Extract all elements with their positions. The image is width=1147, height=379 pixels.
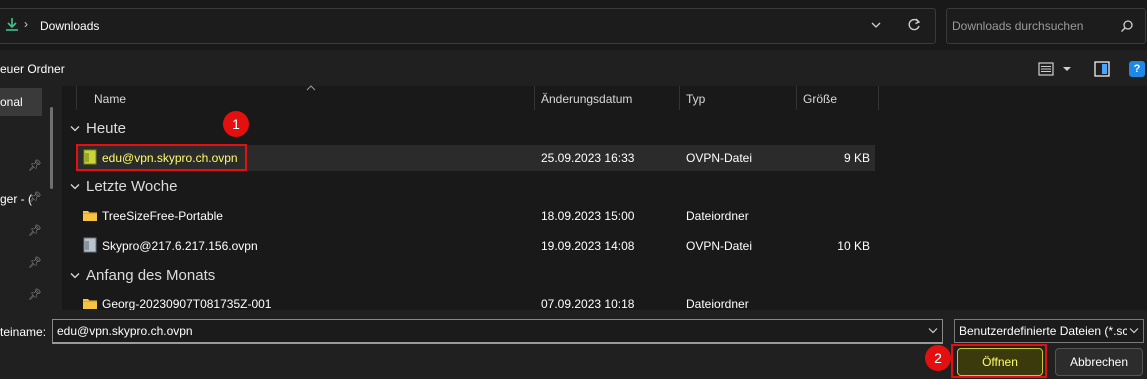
cancel-button[interactable]: Abbrechen bbox=[1055, 348, 1143, 376]
view-dropdown-icon[interactable] bbox=[1062, 66, 1072, 72]
filename-label: teiname: bbox=[0, 325, 47, 339]
file-type: OVPN-Datei bbox=[686, 151, 753, 165]
file-name[interactable]: Skypro@217.6.217.156.ovpn bbox=[102, 239, 258, 253]
file-name[interactable]: edu@vpn.skypro.ch.ovpn bbox=[102, 151, 238, 165]
group-header-today[interactable]: Heute bbox=[86, 120, 126, 137]
breadcrumb-downloads[interactable]: Downloads bbox=[40, 19, 99, 33]
sort-ascending-icon bbox=[306, 85, 316, 91]
refresh-icon[interactable] bbox=[906, 17, 922, 33]
file-type: Dateiordner bbox=[686, 297, 749, 311]
column-header-date[interactable]: Änderungsdatum bbox=[541, 92, 632, 106]
open-button[interactable]: Öffnen bbox=[957, 348, 1043, 376]
group-header-start-of-month[interactable]: Anfang des Monats bbox=[86, 267, 215, 284]
chevron-down-icon[interactable] bbox=[69, 271, 81, 281]
breadcrumb-chevron-icon: › bbox=[24, 17, 28, 31]
chevron-down-icon[interactable] bbox=[69, 124, 81, 134]
pin-icon: 📌︎ bbox=[28, 160, 42, 172]
command-bar bbox=[0, 50, 1147, 86]
help-icon[interactable]: ? bbox=[1129, 61, 1145, 77]
file-date: 18.09.2023 15:00 bbox=[541, 209, 635, 223]
ovpn-file-icon bbox=[83, 149, 97, 165]
callout-marker-1: 1 bbox=[223, 111, 249, 137]
filetype-value[interactable]: Benutzerdefinierte Dateien (*.sc bbox=[959, 324, 1127, 338]
callout-marker-2: 2 bbox=[925, 345, 951, 371]
folder-icon bbox=[83, 211, 97, 221]
pin-icon: 📌︎ bbox=[28, 225, 42, 237]
file-name[interactable]: Georg-20230907T081735Z-001 bbox=[102, 297, 271, 311]
file-name[interactable]: TreeSizeFree-Portable bbox=[102, 209, 223, 223]
new-folder-button[interactable]: euer Ordner bbox=[0, 62, 65, 76]
address-bar[interactable] bbox=[0, 8, 936, 44]
download-arrow-icon bbox=[6, 18, 18, 31]
chevron-down-icon[interactable] bbox=[69, 182, 81, 192]
file-date: 07.09.2023 10:18 bbox=[541, 297, 635, 311]
group-header-last-week[interactable]: Letzte Woche bbox=[86, 178, 177, 195]
pin-icon: 📌︎ bbox=[28, 257, 42, 269]
ovpn-file-icon bbox=[83, 237, 97, 253]
file-size: 10 KB bbox=[837, 239, 870, 253]
chevron-down-icon[interactable] bbox=[927, 326, 939, 336]
pin-icon: 📌︎ bbox=[28, 289, 42, 301]
column-header-name[interactable]: Name bbox=[94, 92, 126, 106]
search-icon[interactable] bbox=[1120, 19, 1134, 33]
file-date: 25.09.2023 16:33 bbox=[541, 151, 635, 165]
chevron-down-icon[interactable] bbox=[1128, 326, 1140, 336]
view-list-icon[interactable] bbox=[1038, 62, 1054, 76]
column-header-type[interactable]: Typ bbox=[686, 92, 705, 106]
nav-item-personal[interactable]: onal bbox=[0, 95, 23, 109]
filename-value[interactable]: edu@vpn.skypro.ch.ovpn bbox=[57, 324, 193, 338]
column-header-size[interactable]: Größe bbox=[803, 92, 837, 106]
chevron-down-icon[interactable] bbox=[870, 20, 882, 30]
nav-scrollbar[interactable] bbox=[50, 107, 53, 189]
file-type: OVPN-Datei bbox=[686, 239, 753, 253]
folder-icon bbox=[83, 299, 97, 309]
file-type: Dateiordner bbox=[686, 209, 749, 223]
preview-pane-icon[interactable] bbox=[1094, 61, 1110, 77]
pin-icon: 📌︎ bbox=[28, 192, 42, 204]
search-input[interactable]: Downloads durchsuchen bbox=[952, 19, 1083, 33]
file-date: 19.09.2023 14:08 bbox=[541, 239, 635, 253]
file-size: 9 KB bbox=[843, 151, 870, 165]
